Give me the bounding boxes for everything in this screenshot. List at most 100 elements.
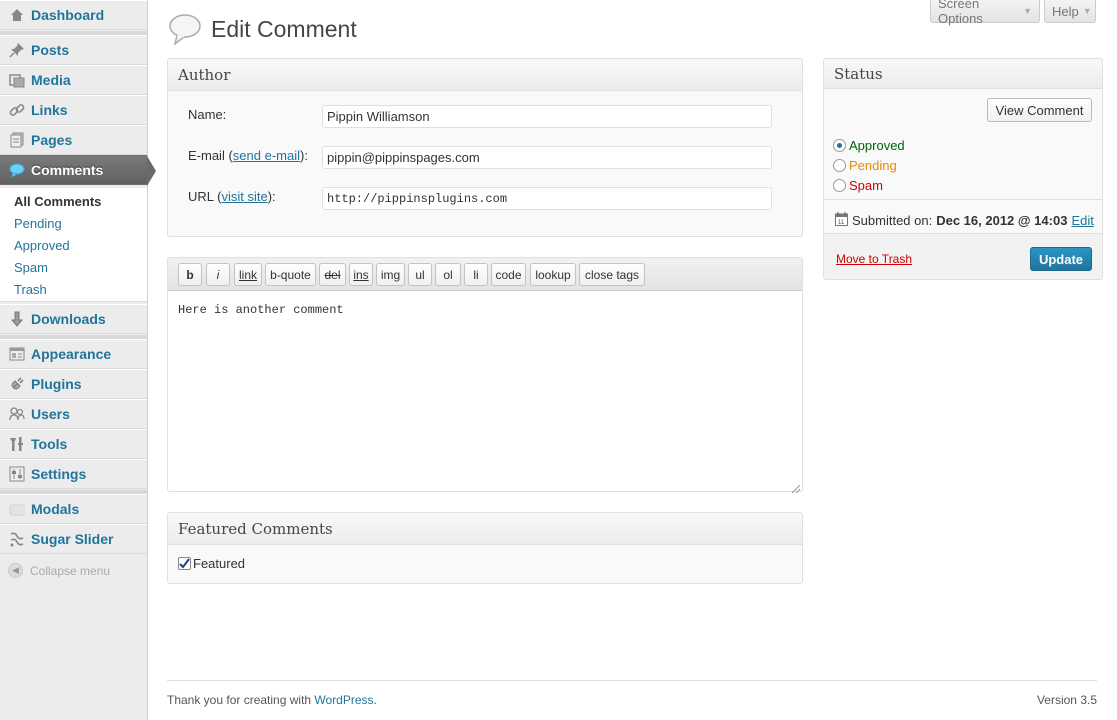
radio-empty-icon[interactable] bbox=[833, 179, 846, 192]
wordpress-link[interactable]: WordPress bbox=[314, 693, 373, 707]
comment-editor: b i link b-quote del ins img ul ol li co… bbox=[167, 257, 803, 494]
menu-item-settings[interactable]: Settings bbox=[0, 459, 147, 489]
plug-icon bbox=[8, 375, 26, 393]
qt-lookup-button[interactable]: lookup bbox=[530, 263, 576, 286]
qt-link-button[interactable]: link bbox=[234, 263, 262, 286]
menu-item-plugins[interactable]: Plugins bbox=[0, 369, 147, 399]
featured-checkbox-row[interactable]: Featured bbox=[178, 556, 245, 571]
menu-label: Appearance bbox=[31, 346, 112, 362]
menu-label: Tools bbox=[31, 436, 68, 452]
edit-date-link[interactable]: Edit bbox=[1071, 213, 1093, 228]
menu-item-modals[interactable]: Modals bbox=[0, 494, 147, 524]
settings-icon bbox=[8, 465, 26, 483]
radio-empty-icon[interactable] bbox=[833, 159, 846, 172]
menu-item-appearance[interactable]: Appearance bbox=[0, 339, 147, 369]
featured-checkbox[interactable] bbox=[178, 557, 191, 570]
url-label: URL (visit site): bbox=[188, 189, 276, 204]
view-comment-button[interactable]: View Comment bbox=[987, 98, 1092, 122]
status-box-title: Status bbox=[824, 59, 1102, 89]
appearance-icon bbox=[8, 345, 26, 363]
qt-del-button[interactable]: del bbox=[319, 263, 346, 286]
submenu-trash[interactable]: Trash bbox=[14, 282, 47, 297]
menu-label: Plugins bbox=[31, 376, 82, 392]
radio-selected-icon[interactable] bbox=[833, 139, 846, 152]
submenu-approved[interactable]: Approved bbox=[14, 238, 70, 253]
submenu-pending[interactable]: Pending bbox=[14, 216, 62, 231]
menu-item-comments[interactable]: Comments bbox=[0, 155, 156, 186]
menu-label: Downloads bbox=[31, 311, 106, 327]
email-label: E-mail (send e-mail): bbox=[188, 148, 308, 163]
move-to-trash-link[interactable]: Move to Trash bbox=[836, 252, 912, 266]
menu-item-links[interactable]: Links bbox=[0, 95, 147, 125]
menu-label: Links bbox=[31, 102, 68, 118]
status-spam-radio[interactable]: Spam bbox=[833, 178, 883, 193]
menu-item-users[interactable]: Users bbox=[0, 399, 147, 429]
footer-thanks: Thank you for creating with WordPress. bbox=[167, 693, 377, 707]
menu-item-sugar-slider[interactable]: Sugar Slider bbox=[0, 524, 147, 554]
menu-label: Sugar Slider bbox=[31, 531, 114, 547]
footer-version: Version 3.5 bbox=[1036, 693, 1097, 707]
collapse-menu-button[interactable]: ◀ Collapse menu bbox=[8, 563, 110, 578]
pending-label: Pending bbox=[849, 158, 897, 173]
help-button[interactable]: Help ▼ bbox=[1044, 0, 1096, 23]
url-input[interactable]: http://pippinsplugins.com bbox=[322, 187, 772, 210]
chain-link-icon bbox=[8, 101, 26, 119]
status-divider bbox=[824, 199, 1102, 200]
menu-item-downloads[interactable]: Downloads bbox=[0, 304, 147, 334]
submenu-spam[interactable]: Spam bbox=[14, 260, 48, 275]
qt-ins-button[interactable]: ins bbox=[349, 263, 373, 286]
menu-label: Posts bbox=[31, 42, 70, 58]
name-label: Name: bbox=[188, 107, 227, 122]
calendar-icon: 11 bbox=[835, 212, 848, 229]
menu-label: Users bbox=[31, 406, 70, 422]
qt-ul-button[interactable]: ul bbox=[408, 263, 432, 286]
featured-box-title: Featured Comments bbox=[168, 513, 802, 545]
footer-divider bbox=[167, 680, 1097, 681]
menu-label: Media bbox=[31, 72, 71, 88]
caret-down-icon: ▼ bbox=[1023, 6, 1032, 16]
resize-handle-icon[interactable] bbox=[791, 481, 801, 494]
page-title: Edit Comment bbox=[211, 16, 357, 42]
menu-label: Modals bbox=[31, 501, 80, 517]
qt-italic-button[interactable]: i bbox=[206, 263, 230, 286]
media-icon bbox=[8, 71, 26, 89]
submitted-on-row: 11 Submitted on: Dec 16, 2012 @ 14:03 Ed… bbox=[835, 212, 1094, 229]
menu-item-pages[interactable]: Pages bbox=[0, 125, 147, 155]
slider-icon bbox=[8, 530, 26, 548]
caret-down-icon: ▼ bbox=[1082, 6, 1092, 16]
featured-label: Featured bbox=[193, 556, 246, 571]
tools-icon bbox=[8, 435, 26, 453]
qt-bold-button[interactable]: b bbox=[178, 263, 202, 286]
qt-li-button[interactable]: li bbox=[464, 263, 488, 286]
qt-ol-button[interactable]: ol bbox=[435, 263, 461, 286]
pages-icon bbox=[8, 131, 26, 149]
dashboard-icon bbox=[8, 6, 26, 24]
qt-bquote-button[interactable]: b-quote bbox=[265, 263, 316, 286]
modal-icon bbox=[8, 500, 26, 518]
qt-code-button[interactable]: code bbox=[491, 263, 526, 286]
submenu-all-comments[interactable]: All Comments bbox=[14, 194, 101, 209]
admin-sidebar: Dashboard Posts Media Links Pages Commen… bbox=[0, 0, 156, 720]
menu-item-media[interactable]: Media bbox=[0, 65, 147, 95]
qt-close-tags-button[interactable]: close tags bbox=[579, 263, 645, 286]
name-input[interactable]: Pippin Williamson bbox=[322, 105, 772, 128]
visit-site-link[interactable]: visit site bbox=[221, 189, 267, 204]
status-approved-radio[interactable]: Approved bbox=[833, 138, 905, 153]
collapse-menu-label: Collapse menu bbox=[30, 563, 111, 578]
menu-item-dashboard[interactable]: Dashboard bbox=[0, 0, 147, 30]
status-pending-radio[interactable]: Pending bbox=[833, 158, 897, 173]
email-input[interactable]: pippin@pippinspages.com bbox=[322, 146, 772, 169]
menu-item-tools[interactable]: Tools bbox=[0, 429, 147, 459]
screen-options-button[interactable]: Screen Options ▼ bbox=[930, 0, 1040, 26]
quicktags-toolbar: b i link b-quote del ins img ul ol li co… bbox=[168, 258, 802, 291]
update-button[interactable]: Update bbox=[1030, 247, 1092, 271]
screen-options-label: Screen Options bbox=[938, 0, 983, 26]
submitted-on-label: Submitted on: bbox=[852, 213, 933, 228]
send-email-link[interactable]: send e-mail bbox=[233, 148, 300, 163]
comment-bubble-icon bbox=[168, 12, 202, 49]
qt-img-button[interactable]: img bbox=[376, 263, 405, 286]
comment-textarea[interactable]: Here is another comment bbox=[178, 303, 344, 317]
menu-item-posts[interactable]: Posts bbox=[0, 35, 147, 65]
download-arrow-icon bbox=[8, 310, 26, 328]
help-label: Help bbox=[1052, 3, 1079, 19]
